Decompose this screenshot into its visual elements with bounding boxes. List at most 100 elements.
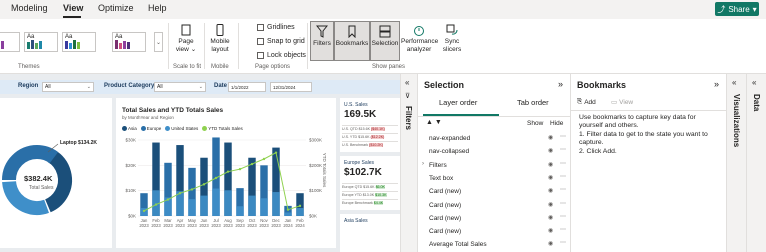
region-slicer[interactable]: All ⌄ (42, 82, 94, 92)
selection-list-item[interactable]: Card (new) ◉ ⋯ (418, 212, 571, 225)
more-options-icon[interactable]: ⋯ (560, 239, 566, 246)
mobile-layout-button[interactable]: Mobile layout (207, 24, 233, 54)
selection-list-item[interactable]: Card (new) ◉ ⋯ (418, 185, 571, 198)
bar-segment[interactable] (200, 195, 208, 216)
ytd-point[interactable] (154, 203, 158, 206)
kpi-row-label: U.S. YTD $15.6K (342, 135, 370, 139)
selection-list-item[interactable]: Text box ◉ ⋯ (418, 172, 571, 185)
view-bookmark-button[interactable]: ▭ View (611, 98, 634, 107)
theme-thumbnail[interactable]: Aa (112, 32, 146, 52)
lock-objects-checkbox[interactable]: Lock objects (257, 52, 306, 59)
data-pane-collapsed[interactable]: « Data (746, 74, 766, 252)
donut-chart-card[interactable]: Laptop $134.2K $382.4K Total Sales (0, 98, 112, 248)
ytd-point[interactable] (298, 204, 302, 208)
sync-slicers-label: Sync slicers (442, 38, 462, 53)
selection-list-item[interactable]: Card (new) ◉ ⋯ (418, 199, 571, 212)
selection-list-item[interactable]: nav-expanded ◉ ⋯ (418, 132, 571, 145)
visibility-eye-icon[interactable]: ◉ (548, 174, 553, 181)
bar-segment[interactable] (188, 199, 196, 216)
ytd-point[interactable] (250, 162, 254, 166)
expand-chevron-icon[interactable]: « (752, 78, 756, 87)
visibility-eye-icon[interactable]: ◉ (548, 214, 553, 221)
visibility-eye-icon[interactable]: ◉ (548, 147, 553, 154)
more-options-icon[interactable]: ⋯ (560, 186, 566, 193)
selection-pane-button[interactable]: Selection (370, 21, 400, 61)
kpi-card-us[interactable]: U.S. Sales 169.5K U.S. QTD $15.6K ($40.1… (340, 98, 400, 152)
product-category-slicer[interactable]: All ⌄ (154, 82, 206, 92)
ytd-point[interactable] (274, 151, 278, 154)
menu-optimize[interactable]: Optimize (98, 3, 134, 13)
ytd-point[interactable] (262, 157, 266, 161)
more-options-icon[interactable]: ⋯ (560, 173, 566, 180)
snap-to-grid-checkbox[interactable]: Snap to grid (257, 38, 305, 45)
bar-segment[interactable] (236, 206, 244, 216)
sync-slicers-button[interactable]: Sync slicers (440, 24, 464, 54)
tab-layer-order[interactable]: Layer order (439, 98, 477, 107)
more-options-icon[interactable]: ⋯ (560, 146, 566, 153)
bar-segment[interactable] (248, 195, 256, 216)
selection-list-item[interactable]: Average Total Sales ◉ ⋯ (418, 238, 571, 251)
combo-chart-card[interactable]: Total Sales and YTD Totals Sales by Mont… (116, 98, 336, 248)
ytd-point[interactable] (142, 209, 146, 213)
visibility-eye-icon[interactable]: ◉ (548, 187, 553, 194)
add-bookmark-button[interactable]: ⎘ Add (577, 98, 596, 106)
x-tick-year: 2023 (151, 223, 161, 228)
bar-segment[interactable] (272, 192, 280, 216)
bar-segment[interactable] (260, 198, 268, 216)
more-options-icon[interactable]: ⋯ (560, 213, 566, 220)
ytd-point[interactable] (166, 198, 170, 201)
visualizations-pane-collapsed[interactable]: « Visualizations (726, 74, 746, 252)
move-down-icon[interactable]: ▼ (435, 119, 442, 126)
gridlines-checkbox[interactable]: Gridlines (257, 24, 295, 31)
more-options-icon[interactable]: ⋯ (560, 160, 566, 167)
menu-help[interactable]: Help (148, 3, 167, 13)
bar-segment[interactable] (296, 208, 304, 216)
bookmarks-pane-button[interactable]: Bookmarks (334, 21, 370, 61)
collapse-chevron-icon[interactable]: » (714, 79, 719, 89)
visibility-eye-icon[interactable]: ◉ (548, 161, 553, 168)
page-view-button[interactable]: Page view ⌄ (172, 24, 200, 54)
visibility-eye-icon[interactable]: ◉ (548, 227, 553, 234)
view-bookmark-label: View (619, 98, 634, 106)
theme-thumbnail[interactable]: Aa (0, 32, 20, 52)
themes-more-button[interactable]: ⌄ (154, 32, 163, 52)
filters-pane-button[interactable]: Filters (310, 21, 334, 61)
ytd-point[interactable] (190, 188, 194, 191)
visibility-eye-icon[interactable]: ◉ (548, 201, 553, 208)
expand-chevron-icon[interactable]: « (732, 78, 736, 87)
performance-analyzer-button[interactable]: Performance analyzer (401, 24, 438, 54)
collapse-chevron-icon[interactable]: » (558, 79, 563, 89)
visibility-eye-icon[interactable]: ◉ (548, 240, 553, 247)
kpi-card-europe[interactable]: Europe Sales $102.7K Europe QTD $15.6K $… (340, 156, 400, 210)
visibility-eye-icon[interactable]: ◉ (548, 134, 553, 141)
selection-list-item[interactable]: › Filters ◉ ⋯ (418, 159, 571, 172)
menu-modeling[interactable]: Modeling (11, 3, 48, 13)
more-options-icon[interactable]: ⋯ (560, 200, 566, 207)
expand-chevron-icon[interactable]: › (422, 161, 424, 167)
ytd-point[interactable] (286, 208, 290, 211)
checkbox-icon (257, 24, 264, 31)
ytd-point[interactable] (238, 167, 242, 171)
ytd-point[interactable] (202, 183, 206, 186)
kpi-card-asia[interactable]: Asia Sales (340, 214, 400, 252)
more-options-icon[interactable]: ⋯ (560, 226, 566, 233)
tab-tab-order[interactable]: Tab order (517, 98, 549, 107)
move-up-icon[interactable]: ▲ (426, 119, 433, 126)
filters-pane-collapsed[interactable]: « ⊽ Filters (400, 74, 417, 252)
selection-list-item[interactable]: nav-collapsed ◉ ⋯ (418, 145, 571, 158)
ytd-point[interactable] (178, 192, 182, 195)
menu-view[interactable]: View (63, 3, 83, 13)
date-start-input[interactable]: 1/1/2022 (228, 82, 266, 92)
ytd-point[interactable] (214, 176, 218, 180)
expand-chevron-icon[interactable]: « (405, 78, 409, 87)
bar-segment[interactable] (284, 212, 292, 216)
ytd-point[interactable] (226, 170, 230, 173)
bar-segment[interactable] (224, 190, 232, 216)
share-button[interactable]: ⤴ Share ▾ (715, 2, 759, 16)
bar-segment[interactable] (212, 188, 220, 216)
theme-thumbnail[interactable]: Aa (24, 32, 58, 52)
selection-list-item[interactable]: Card (new) ◉ ⋯ (418, 225, 571, 238)
date-end-input[interactable]: 12/31/2024 (270, 82, 312, 92)
more-options-icon[interactable]: ⋯ (560, 133, 566, 140)
theme-thumbnail[interactable]: Aa (62, 32, 96, 52)
